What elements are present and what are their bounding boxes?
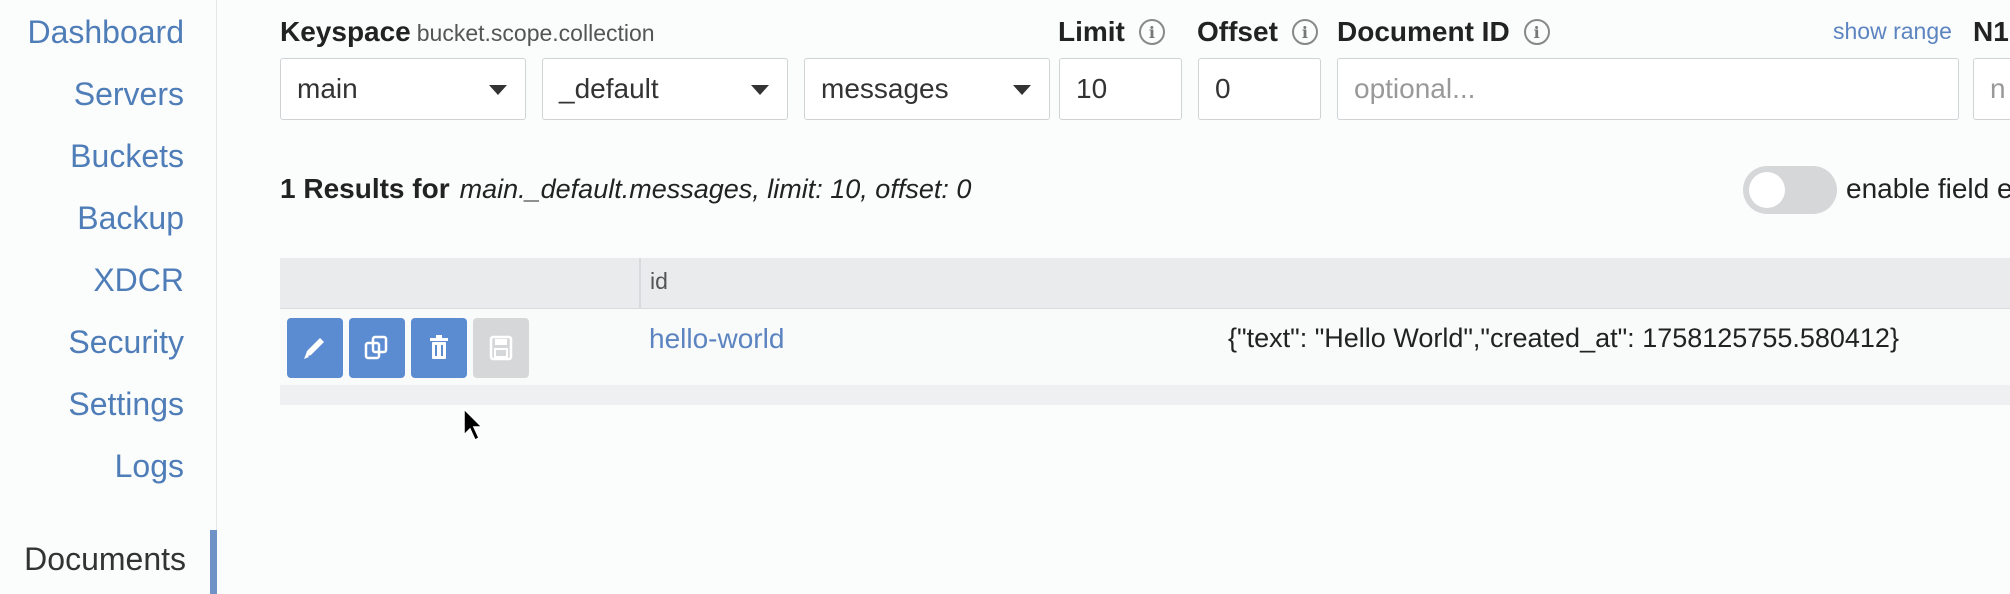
sidebar-item-documents[interactable]: Documents [24,541,186,578]
caret-down-icon [1013,85,1031,95]
docid-label-row: Document ID i [1337,16,1550,56]
offset-label: Offset [1197,16,1278,47]
sidebar-item-backup[interactable]: Backup [77,200,184,237]
results-summary: 1 Results for main._default.messages, lim… [280,173,971,205]
scope-select[interactable]: _default [542,58,788,120]
document-content: {"text": "Hello World","created_at": 175… [1228,323,1899,353]
collection-select[interactable]: messages [804,58,1050,120]
offset-input-value: 0 [1215,73,1231,104]
mouse-pointer-icon [463,407,484,442]
caret-down-icon [489,85,507,95]
column-divider [639,258,641,308]
bucket-select-value: main [297,73,358,104]
sidebar-item-buckets[interactable]: Buckets [70,138,184,175]
info-icon[interactable]: i [1523,19,1550,45]
offset-input[interactable]: 0 [1198,58,1321,120]
n1ql-where-input[interactable]: n [1973,58,2010,120]
document-id-link[interactable]: hello-world [649,323,784,355]
limit-input-value: 10 [1076,73,1108,104]
keyspace-hint: bucket.scope.collection [416,20,655,46]
sidebar-item-xdcr[interactable]: XDCR [93,262,184,299]
trash-icon [430,335,448,359]
sidebar-item-settings[interactable]: Settings [68,386,184,423]
table-row: hello-world {"text": "Hello World","crea… [280,309,2010,385]
toggle-knob [1749,172,1785,208]
bucket-select[interactable]: main [280,58,526,120]
active-nav-indicator [210,530,217,594]
show-range-link[interactable]: show range [1833,18,1952,45]
document-id-placeholder: optional... [1354,73,1476,104]
edit-document-button[interactable] [287,318,343,378]
limit-label-row: Limit i [1058,16,1165,56]
delete-document-button[interactable] [411,318,467,378]
collection-select-value: messages [821,73,949,104]
results-count: 1 Results for [280,173,450,204]
save-icon [489,335,513,361]
limit-label: Limit [1058,16,1125,47]
n1ql-where-placeholder: n [1990,73,2006,104]
save-document-button[interactable] [473,318,529,378]
results-description: main._default.messages, limit: 10, offse… [459,174,972,204]
copy-icon [364,335,388,360]
offset-label-row: Offset i [1197,16,1318,56]
field-editing-toggle[interactable] [1743,166,1837,214]
sidebar-item-security[interactable]: Security [68,324,184,361]
sidebar-item-logs[interactable]: Logs [115,448,184,485]
column-header-id[interactable]: id [650,268,668,295]
document-id-label: Document ID [1337,16,1510,47]
field-editing-toggle-label: enable field e [1846,173,2010,204]
table-header: id [280,258,2010,309]
document-id-input[interactable]: optional... [1337,58,1959,120]
n1ql-label: N1 [1973,16,2009,47]
caret-down-icon [751,85,769,95]
keyspace-label: Keyspace [280,16,411,47]
pencil-icon [304,338,324,359]
sidebar-nav: Dashboard Servers Buckets Backup XDCR Se… [0,0,217,594]
sidebar-item-servers[interactable]: Servers [74,76,184,113]
scope-select-value: _default [559,73,659,104]
sidebar-item-dashboard[interactable]: Dashboard [27,14,184,51]
copy-document-button[interactable] [349,318,405,378]
table-footer [280,385,2010,405]
info-icon[interactable]: i [1138,19,1165,45]
keyspace-label-row: Keyspace bucket.scope.collection [280,16,655,56]
limit-input[interactable]: 10 [1059,58,1182,120]
info-icon[interactable]: i [1291,19,1318,45]
